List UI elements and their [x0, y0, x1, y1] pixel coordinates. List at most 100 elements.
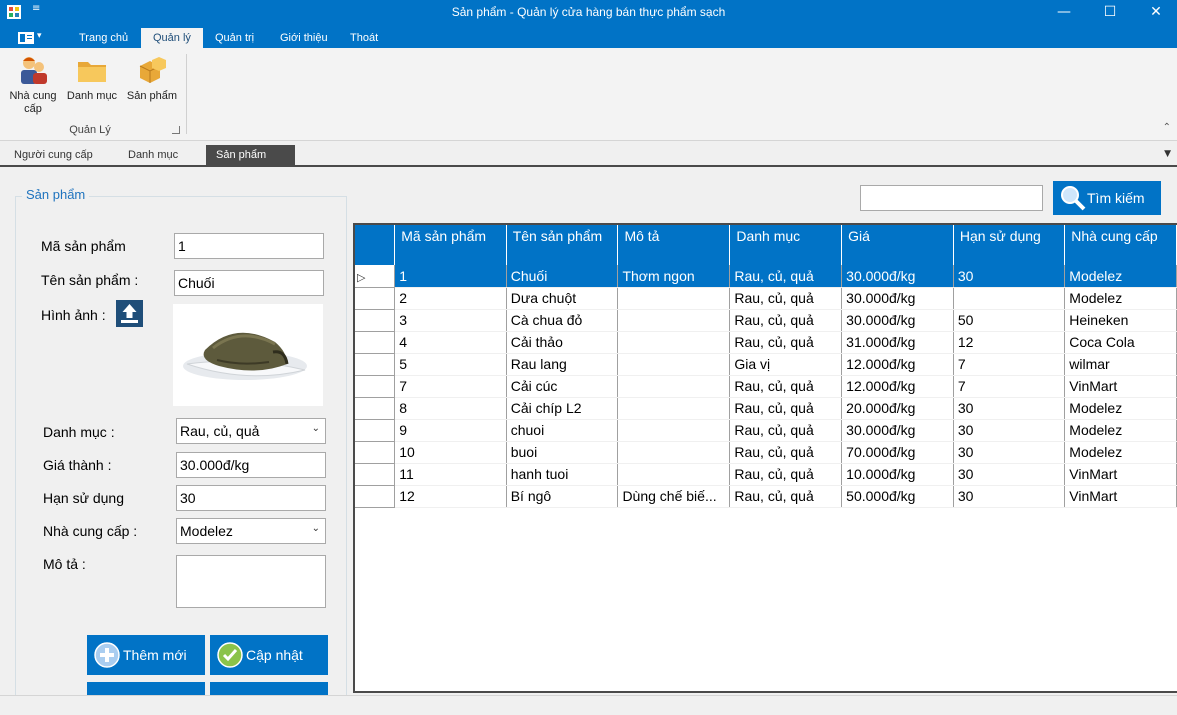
price-input[interactable]: 30.000đ/kg — [176, 452, 326, 478]
product-name-input[interactable]: Chuối — [174, 270, 324, 296]
app-menu-button[interactable]: ▾ — [6, 29, 46, 47]
row-header[interactable] — [355, 287, 396, 310]
table-cell-gia[interactable]: 12.000đ/kg — [841, 375, 954, 398]
tab-trang-chu[interactable]: Trang chủ — [67, 28, 140, 48]
table-cell-ten[interactable]: buoi — [506, 441, 619, 464]
row-header[interactable] — [355, 375, 396, 398]
table-cell-mota[interactable] — [617, 353, 731, 376]
table-cell-mota[interactable]: Thơm ngon — [617, 265, 731, 288]
row-header[interactable] — [355, 441, 396, 464]
add-new-button[interactable]: Thêm mới — [87, 635, 205, 675]
table-cell-ncc[interactable]: Coca Cola — [1064, 331, 1177, 354]
table-cell-ten[interactable]: hanh tuoi — [506, 463, 619, 486]
table-cell-danhmuc[interactable]: Rau, củ, quả — [729, 331, 843, 354]
row-header[interactable] — [355, 419, 396, 442]
table-cell-han[interactable]: 30 — [953, 419, 1066, 442]
refresh-button[interactable] — [210, 682, 328, 695]
table-cell-ma[interactable]: 11 — [394, 463, 507, 486]
table-cell-han[interactable]: 50 — [953, 309, 1066, 332]
table-cell-ma[interactable]: 7 — [394, 375, 507, 398]
column-header[interactable]: Nhà cung cấp — [1064, 225, 1177, 265]
minimize-button[interactable]: — — [1041, 0, 1087, 24]
table-cell-danhmuc[interactable]: Rau, củ, quả — [729, 397, 843, 420]
tab-gioi-thieu[interactable]: Giới thiệu — [268, 28, 340, 48]
product-id-input[interactable]: 1 — [174, 233, 324, 259]
column-header[interactable]: Mã sản phẩm — [394, 225, 507, 265]
table-cell-han[interactable]: 30 — [953, 485, 1066, 508]
table-cell-ma[interactable]: 4 — [394, 331, 507, 354]
table-cell-ten[interactable]: Dưa chuột — [506, 287, 619, 310]
table-cell-danhmuc[interactable]: Rau, củ, quả — [729, 309, 843, 332]
tab-list-dropdown[interactable]: ▼ — [1164, 149, 1171, 159]
table-cell-mota[interactable] — [617, 375, 731, 398]
table-cell-gia[interactable]: 12.000đ/kg — [841, 353, 954, 376]
table-row[interactable]: ▷ 1 Chuối Thơm ngon Rau, củ, quả 30.000đ/kg 30… — [355, 265, 1177, 288]
table-cell-ncc[interactable]: Modelez — [1064, 419, 1177, 442]
table-cell-gia[interactable]: 30.000đ/kg — [841, 419, 954, 442]
table-cell-gia[interactable]: 30.000đ/kg — [841, 309, 954, 332]
search-button[interactable]: Tìm kiếm — [1053, 181, 1161, 215]
table-cell-han[interactable]: 12 — [953, 331, 1066, 354]
tab-quan-ly[interactable]: Quản lý — [141, 28, 203, 48]
table-cell-ten[interactable]: Cải chíp L2 — [506, 397, 619, 420]
doc-tab-supplier[interactable]: Người cung cấp — [4, 145, 103, 166]
upload-image-button[interactable] — [116, 300, 143, 327]
table-cell-mota[interactable] — [617, 441, 731, 464]
table-row[interactable]: 11 hanh tuoi Rau, củ, quả 10.000đ/kg 30 VinMa… — [355, 463, 1177, 486]
table-row[interactable]: 8 Cải chíp L2 Rau, củ, quả 20.000đ/kg 30 Mode… — [355, 397, 1177, 420]
ribbon-button-category[interactable]: Danh mục — [66, 54, 118, 103]
table-row[interactable]: 2 Dưa chuột Rau, củ, quả 30.000đ/kg Modelez — [355, 287, 1177, 310]
table-cell-ncc[interactable]: wilmar — [1064, 353, 1177, 376]
table-cell-han[interactable]: 7 — [953, 353, 1066, 376]
table-cell-han[interactable]: 7 — [953, 375, 1066, 398]
table-cell-ma[interactable]: 5 — [394, 353, 507, 376]
table-cell-ten[interactable]: chuoi — [506, 419, 619, 442]
column-header[interactable]: Giá — [841, 225, 954, 265]
table-row[interactable]: 4 Cải thảo Rau, củ, quả 31.000đ/kg 12 Coca Co… — [355, 331, 1177, 354]
table-cell-mota[interactable]: Dùng chế biế... — [617, 485, 731, 508]
close-button[interactable]: ✕ — [1133, 0, 1177, 24]
table-cell-gia[interactable]: 31.000đ/kg — [841, 331, 954, 354]
table-cell-ten[interactable]: Chuối — [506, 265, 619, 288]
table-cell-mota[interactable] — [617, 309, 731, 332]
table-cell-ncc[interactable]: VinMart — [1064, 463, 1177, 486]
table-cell-mota[interactable] — [617, 463, 731, 486]
table-cell-ncc[interactable]: Modelez — [1064, 441, 1177, 464]
table-cell-danhmuc[interactable]: Rau, củ, quả — [729, 287, 843, 310]
table-cell-ten[interactable]: Cải cúc — [506, 375, 619, 398]
table-cell-gia[interactable]: 10.000đ/kg — [841, 463, 954, 486]
table-cell-mota[interactable] — [617, 419, 731, 442]
row-header[interactable] — [355, 463, 396, 486]
column-header[interactable]: Mô tả — [617, 225, 731, 265]
ribbon-button-product[interactable]: Sản phẩm — [124, 54, 180, 103]
expiry-input[interactable]: 30 — [176, 485, 326, 511]
table-cell-ncc[interactable]: Modelez — [1064, 397, 1177, 420]
table-cell-danhmuc[interactable]: Rau, củ, quả — [729, 419, 843, 442]
table-cell-ncc[interactable]: Modelez — [1064, 265, 1177, 288]
table-row[interactable]: 3 Cà chua đỏ Rau, củ, quả 30.000đ/kg 50 Heine… — [355, 309, 1177, 332]
table-cell-gia[interactable]: 50.000đ/kg — [841, 485, 954, 508]
table-cell-gia[interactable]: 70.000đ/kg — [841, 441, 954, 464]
group-launcher-icon[interactable] — [172, 126, 180, 134]
supplier-select[interactable]: Modelez ⌄ — [176, 518, 326, 544]
collapse-ribbon-button[interactable]: ⌃ — [1163, 122, 1171, 133]
table-cell-ma[interactable]: 1 — [394, 265, 507, 288]
delete-button[interactable] — [87, 682, 205, 695]
row-header[interactable] — [355, 309, 396, 332]
table-cell-ncc[interactable]: VinMart — [1064, 375, 1177, 398]
table-cell-ma[interactable]: 3 — [394, 309, 507, 332]
column-header[interactable]: Hạn sử dụng — [953, 225, 1066, 265]
table-cell-danhmuc[interactable]: Rau, củ, quả — [729, 375, 843, 398]
table-row[interactable]: 10 buoi Rau, củ, quả 70.000đ/kg 30 Modelez — [355, 441, 1177, 464]
doc-tab-category[interactable]: Danh mục — [118, 145, 188, 166]
table-cell-gia[interactable]: 20.000đ/kg — [841, 397, 954, 420]
update-button[interactable]: Cập nhật — [210, 635, 328, 675]
tab-quan-tri[interactable]: Quản trị — [203, 28, 266, 48]
table-cell-ncc[interactable]: VinMart — [1064, 485, 1177, 508]
table-cell-han[interactable]: 30 — [953, 265, 1066, 288]
table-cell-danhmuc[interactable]: Rau, củ, quả — [729, 265, 843, 288]
table-row[interactable]: 9 chuoi Rau, củ, quả 30.000đ/kg 30 Modelez — [355, 419, 1177, 442]
maximize-button[interactable]: ☐ — [1087, 0, 1133, 24]
table-cell-ten[interactable]: Cải thảo — [506, 331, 619, 354]
table-cell-ncc[interactable]: Modelez — [1064, 287, 1177, 310]
